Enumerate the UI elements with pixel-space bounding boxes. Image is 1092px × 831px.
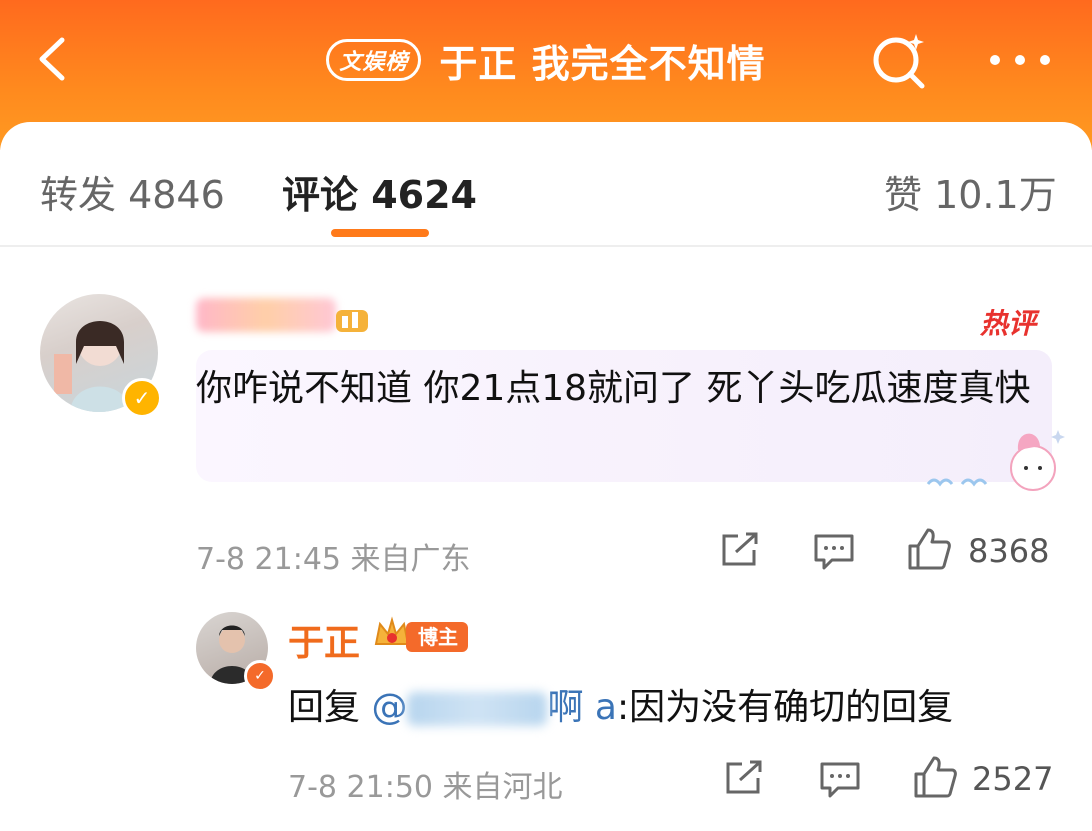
tab-bar: 转发 4846 评论 4624 赞 10.1万	[0, 122, 1092, 246]
reply-button[interactable]	[812, 530, 856, 576]
verified-icon: ✓	[244, 660, 276, 692]
like-button[interactable]	[906, 526, 952, 576]
mention-name-blurred	[407, 692, 548, 726]
blogger-tag: 博主	[406, 622, 468, 652]
commenter-name-blurred[interactable]	[196, 298, 336, 332]
like-count: 8368	[968, 532, 1050, 570]
page-title: 于正 我完全不知情	[439, 41, 766, 86]
like-icon	[914, 756, 957, 798]
more-icon	[990, 55, 1050, 65]
share-icon	[726, 760, 762, 794]
like-icon	[908, 528, 951, 570]
more-button[interactable]	[985, 42, 1055, 78]
share-button[interactable]	[718, 530, 762, 574]
reply-meta: 7-8 21:50 来自河北	[288, 770, 563, 805]
reply-like-count: 2527	[972, 760, 1054, 798]
bubble-decoration-icon	[926, 430, 1065, 491]
tab-repost[interactable]: 转发 4846	[40, 164, 225, 219]
verified-icon: ✓	[122, 378, 162, 418]
comment-icon	[814, 534, 854, 570]
share-icon	[722, 532, 758, 566]
reply-body: :因为没有确切的回复	[616, 687, 954, 728]
comment-meta: 7-8 21:45 来自广东	[196, 542, 471, 577]
hot-comment-tag: 热评	[980, 307, 1037, 340]
search-icon	[873, 34, 925, 89]
tab-like[interactable]: 赞 10.1万	[884, 164, 1057, 219]
mention-at: @	[371, 687, 408, 728]
comment-text: 你咋说不知道 你21点18就问了 死丫头吃瓜速度真快	[196, 368, 1031, 409]
reply-author-name[interactable]: 于正	[288, 614, 360, 666]
reply-reply-button[interactable]	[818, 758, 862, 804]
search-button[interactable]	[866, 28, 932, 94]
tab-divider	[0, 245, 1092, 247]
comment-icon	[820, 762, 860, 798]
entertainment-board-badge[interactable]: 文娱榜	[326, 39, 422, 81]
reply-prefix: 回复	[288, 687, 372, 728]
active-tab-indicator	[331, 229, 429, 237]
tab-comment[interactable]: 评论 4624	[282, 164, 477, 219]
reply-like-button[interactable]	[912, 754, 958, 804]
mention-suffix: 啊 a	[547, 687, 617, 728]
mention-link[interactable]: @ 啊 a	[371, 687, 617, 728]
reply-share-button[interactable]	[722, 758, 766, 802]
fan-level-icon	[336, 310, 368, 332]
reply-text: 回复 @ 啊 a:因为没有确切的回复	[288, 678, 953, 730]
